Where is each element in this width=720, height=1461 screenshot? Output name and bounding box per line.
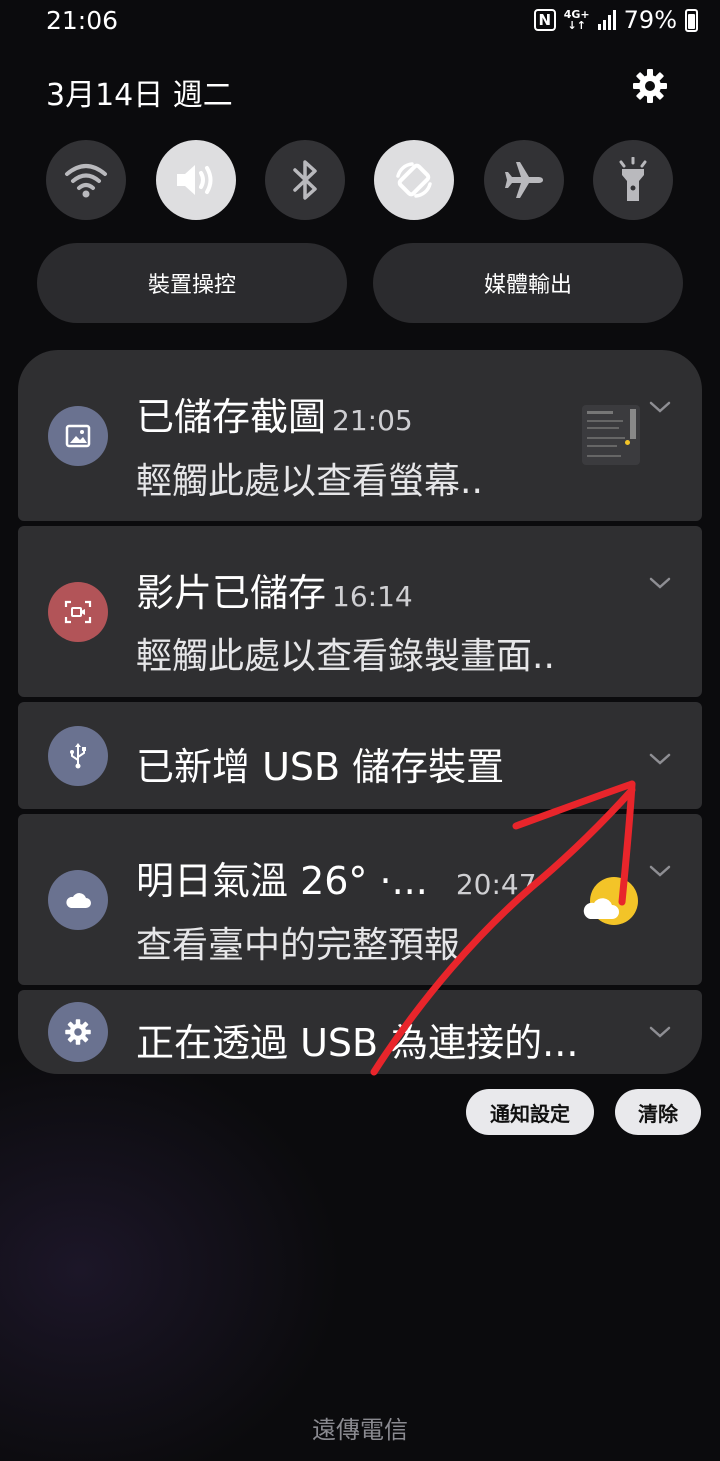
carrier-name: 遠傳電信 [312, 1416, 408, 1444]
annotation-arrow [370, 780, 636, 1076]
